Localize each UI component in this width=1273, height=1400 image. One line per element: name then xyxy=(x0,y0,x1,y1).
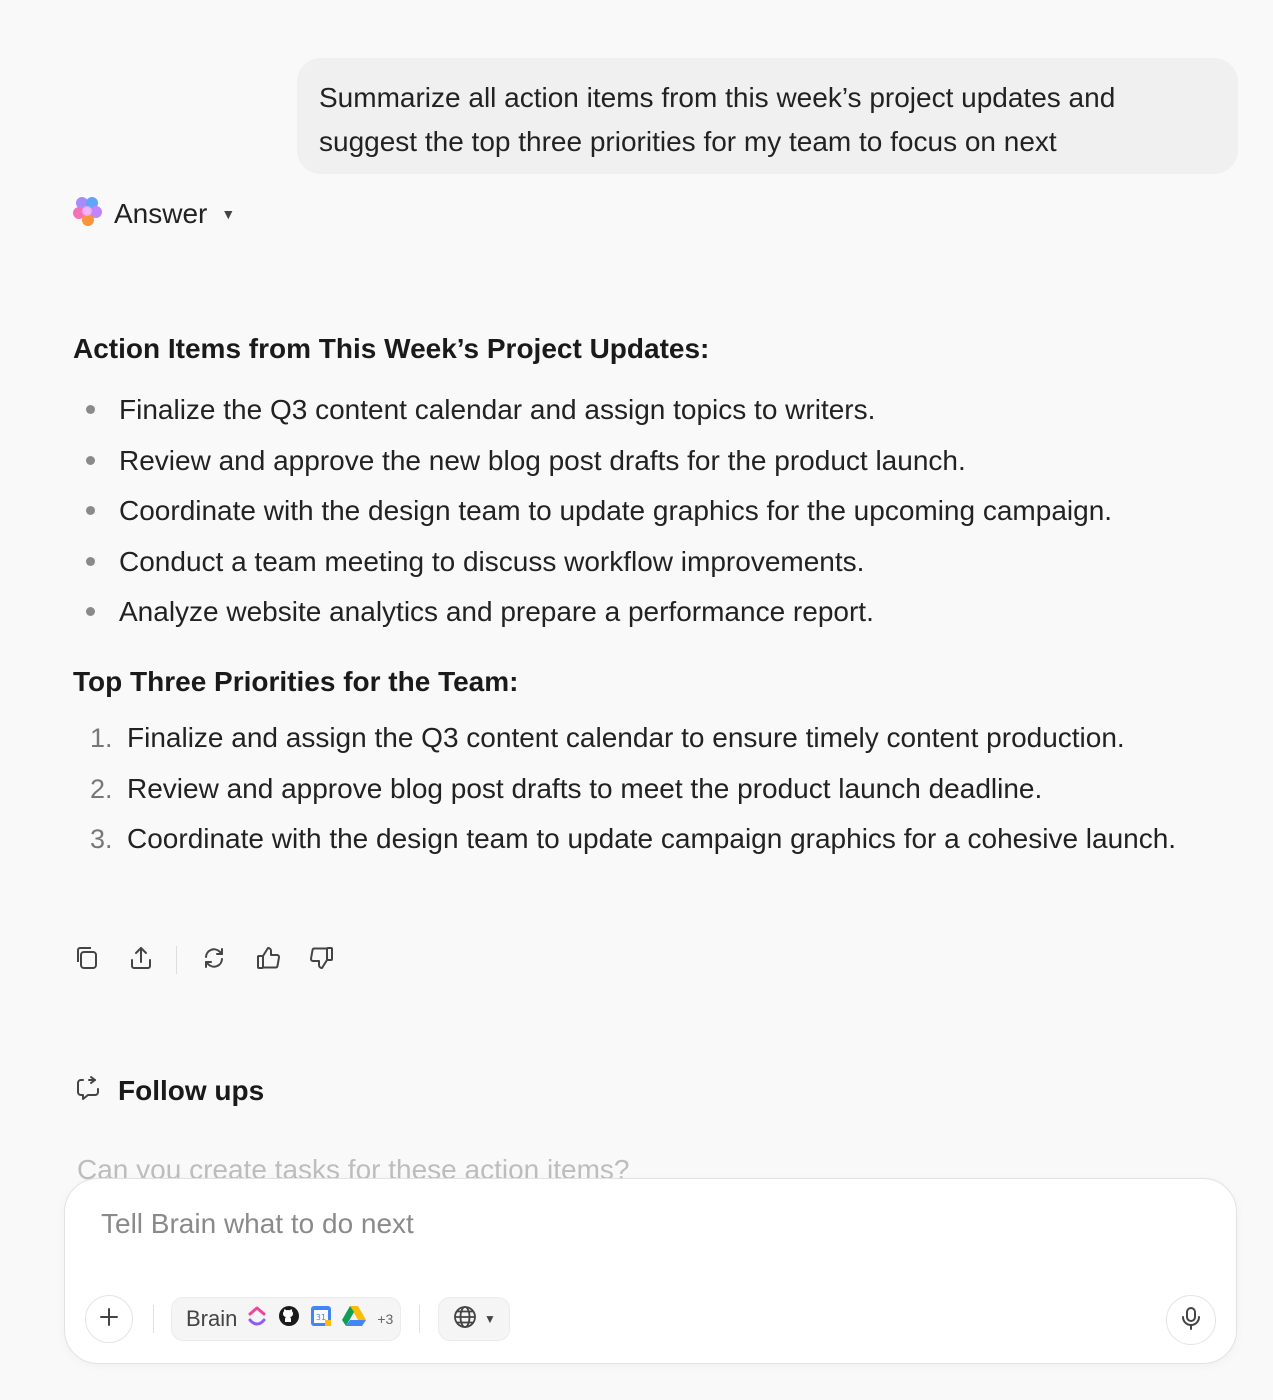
regenerate-button[interactable] xyxy=(197,943,231,977)
thumbs-up-icon xyxy=(254,944,282,977)
thumbs-down-icon xyxy=(308,944,336,977)
action-items-list: Finalize the Q3 content calendar and ass… xyxy=(73,385,1112,638)
list-item: 2. Review and approve blog post drafts t… xyxy=(73,767,1223,811)
list-item: Review and approve the new blog post dra… xyxy=(73,436,1112,487)
more-sources-count: +3 xyxy=(377,1311,394,1327)
list-item-text: Review and approve blog post drafts to m… xyxy=(127,772,1043,804)
toolbar-divider xyxy=(419,1305,420,1333)
google-drive-icon xyxy=(341,1304,367,1334)
follow-ups-label: Follow ups xyxy=(118,1075,265,1106)
chevron-down-icon: ▼ xyxy=(484,1312,496,1326)
regenerate-icon xyxy=(200,944,228,977)
clickup-icon xyxy=(245,1304,269,1334)
user-message-bubble: Summarize all action items from this wee… xyxy=(297,58,1238,174)
follow-up-suggestion-text: Can you create tasks for these action it… xyxy=(77,1154,630,1180)
action-items-heading: Action Items from This Week’s Project Up… xyxy=(73,333,710,364)
chevron-down-icon: ▼ xyxy=(221,206,236,222)
list-item: Analyze website analytics and prepare a … xyxy=(73,587,1112,638)
share-button[interactable] xyxy=(124,943,158,977)
voice-input-button[interactable] xyxy=(1166,1295,1216,1345)
list-item-text: Coordinate with the design team to updat… xyxy=(127,823,1177,854)
svg-text:31: 31 xyxy=(316,1313,326,1322)
share-icon xyxy=(127,944,155,977)
plus-icon xyxy=(97,1305,121,1334)
user-message-text: Summarize all action items from this wee… xyxy=(319,82,1116,157)
thumbs-down-button[interactable] xyxy=(305,943,339,977)
github-icon xyxy=(277,1304,301,1334)
google-calendar-icon: 31 xyxy=(309,1304,333,1334)
brain-logo-icon xyxy=(70,194,104,235)
list-item: Conduct a team meeting to discuss workfl… xyxy=(73,537,1112,588)
attach-button[interactable] xyxy=(85,1295,133,1343)
list-item: Coordinate with the design team to updat… xyxy=(73,486,1112,537)
priorities-list: 1. Finalize and assign the Q3 content ca… xyxy=(73,716,1223,868)
priorities-heading: Top Three Priorities for the Team: xyxy=(73,666,519,697)
answer-mode-selector[interactable]: Answer ▼ xyxy=(70,196,235,232)
list-item: 3. Coordinate with the design team to up… xyxy=(73,817,1223,861)
globe-icon xyxy=(452,1304,478,1335)
copy-button[interactable] xyxy=(70,943,104,977)
list-number: 3. xyxy=(90,824,113,854)
web-search-toggle[interactable]: ▼ xyxy=(438,1297,510,1341)
list-item: Finalize the Q3 content calendar and ass… xyxy=(73,385,1112,436)
brain-chip-label: Brain xyxy=(186,1306,238,1331)
list-item-text: Finalize and assign the Q3 content calen… xyxy=(127,722,1125,753)
list-item: 1. Finalize and assign the Q3 content ca… xyxy=(73,716,1223,760)
thumbs-up-button[interactable] xyxy=(251,943,285,977)
message-composer: Brain 31 xyxy=(64,1178,1237,1364)
toolbar-divider xyxy=(176,946,177,974)
message-actions-toolbar xyxy=(70,942,359,978)
list-number: 2. xyxy=(90,773,113,804)
list-number: 1. xyxy=(90,723,113,753)
follow-ups-header: Follow ups xyxy=(74,1073,264,1109)
chat-page: Summarize all action items from this wee… xyxy=(0,0,1273,1400)
follow-ups-icon xyxy=(74,1073,104,1110)
toolbar-divider xyxy=(153,1305,154,1333)
brain-sources-selector[interactable]: Brain 31 +3 xyxy=(171,1297,401,1341)
follow-up-suggestion[interactable]: Can you create tasks for these action it… xyxy=(77,1150,1177,1180)
copy-icon xyxy=(73,944,101,977)
answer-label: Answer xyxy=(114,198,208,229)
microphone-icon xyxy=(1178,1305,1204,1336)
prompt-input[interactable] xyxy=(99,1207,1103,1241)
